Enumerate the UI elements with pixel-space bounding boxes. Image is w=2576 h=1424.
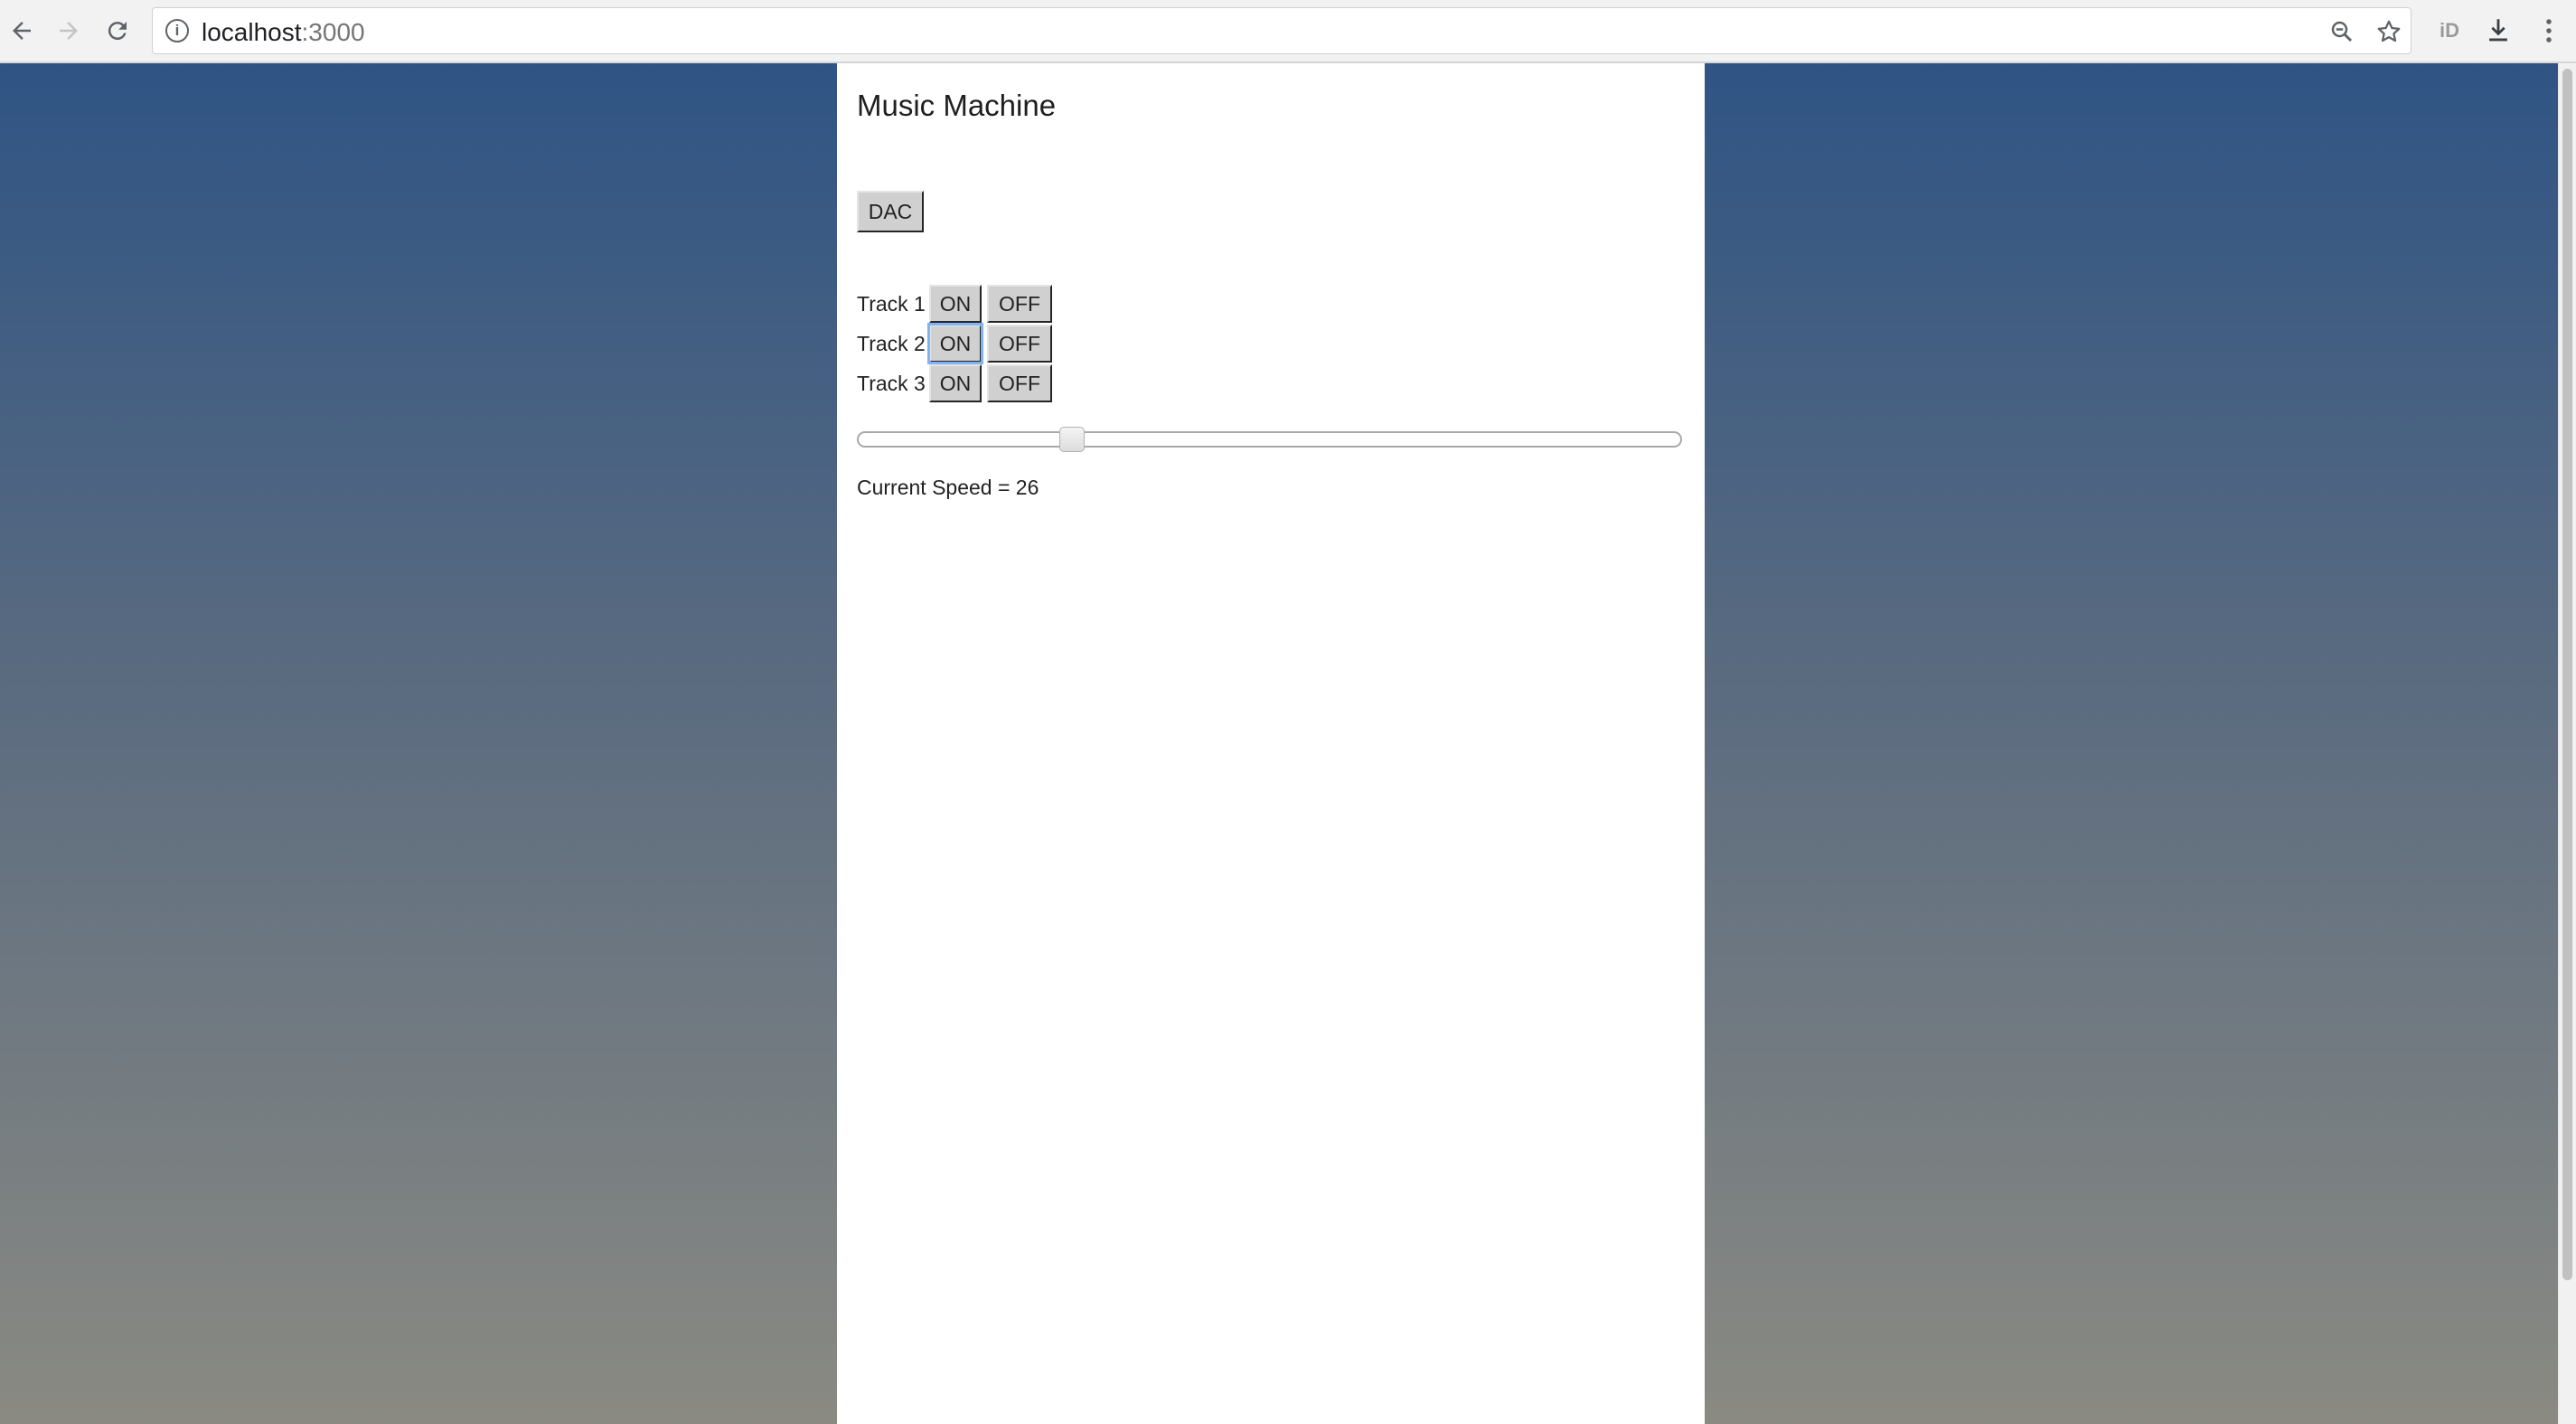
extension-label: iD xyxy=(2440,19,2459,42)
track-2-on-button[interactable]: ON xyxy=(927,323,983,364)
track-1-off-button[interactable]: OFF xyxy=(987,285,1052,323)
reload-icon[interactable] xyxy=(98,11,137,51)
track-2-label: Track 2 xyxy=(857,332,926,355)
extension-icon[interactable]: iD xyxy=(2431,13,2468,49)
forward-arrow-icon[interactable] xyxy=(49,11,89,51)
content-panel: Music Machine DAC Track 1 ON OFF Track 2… xyxy=(837,63,1705,1424)
page-title: Music Machine xyxy=(857,89,1057,122)
scrollbar-thumb[interactable] xyxy=(2562,69,2572,1280)
zoom-icon[interactable] xyxy=(2326,15,2358,48)
speed-slider[interactable] xyxy=(857,427,1682,452)
info-icon[interactable]: i xyxy=(165,19,189,42)
track-3-label: Track 3 xyxy=(857,372,926,395)
kebab-menu-icon[interactable] xyxy=(2531,13,2567,49)
url-text: localhost:3000 xyxy=(202,18,365,47)
track-3-on-button[interactable]: ON xyxy=(929,364,982,402)
current-speed-text: Current Speed = 26 xyxy=(857,476,1039,499)
back-arrow-icon[interactable] xyxy=(2,11,42,51)
bookmark-star-icon[interactable] xyxy=(2373,15,2405,48)
vertical-scrollbar[interactable] xyxy=(2558,63,2576,1424)
url-port: :3000 xyxy=(301,18,365,46)
page-background: Music Machine DAC Track 1 ON OFF Track 2… xyxy=(0,63,2558,1424)
address-bar[interactable]: i localhost:3000 xyxy=(152,7,2411,54)
track-1-on-button[interactable]: ON xyxy=(929,285,982,323)
track-2-off-button[interactable]: OFF xyxy=(987,325,1052,363)
dac-button[interactable]: DAC xyxy=(857,191,924,232)
url-host: localhost xyxy=(202,18,302,46)
track-1-label: Track 1 xyxy=(857,292,926,316)
track-3-off-button[interactable]: OFF xyxy=(987,364,1052,402)
download-icon[interactable] xyxy=(2480,13,2516,49)
speed-slider-thumb[interactable] xyxy=(1059,427,1086,452)
browser-toolbar: i localhost:3000 iD xyxy=(0,0,2576,63)
